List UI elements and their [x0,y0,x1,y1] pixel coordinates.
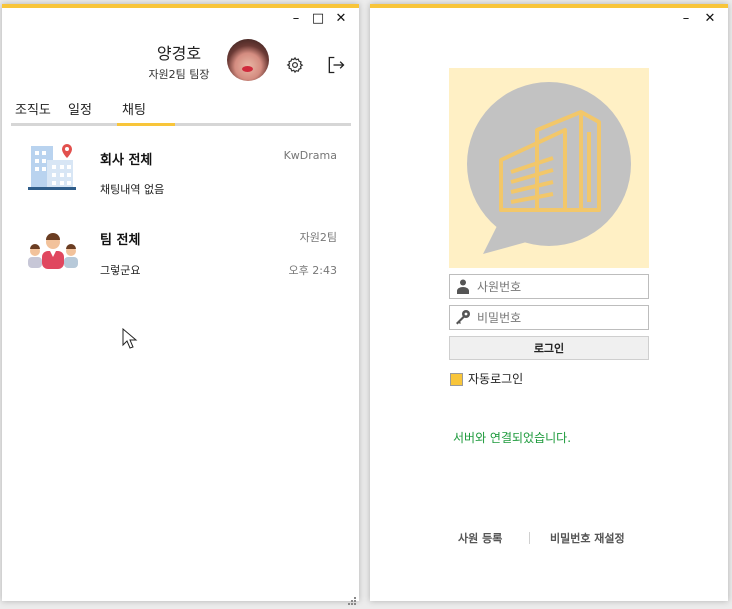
team-people-icon [27,228,79,276]
messenger-main-window: – □ ✕ 양경호 자원2팀 팀장 조직도 일정 채팅 회사 전체 KwDram… [2,4,359,605]
mouse-cursor-icon [122,327,138,354]
tab-active-indicator [117,123,175,126]
chat-last-time: 오후 2:43 [288,264,337,277]
tab-divider [11,123,351,126]
minimize-button[interactable]: – [288,11,304,27]
password-input[interactable] [475,308,644,328]
chat-bubble-building-icon [467,82,631,254]
footer-divider [529,532,530,544]
reset-password-link[interactable]: 비밀번호 재설정 [550,530,625,546]
register-employee-link[interactable]: 사원 등록 [458,530,502,546]
minimize-button[interactable]: – [678,11,694,27]
avatar[interactable] [227,39,269,81]
auto-login-label: 자동로그인 [468,372,524,386]
close-button[interactable]: ✕ [702,11,718,27]
chat-room-title: 회사 전체 [100,153,153,168]
chat-room-tag: 자원2팀 [299,231,337,244]
maximize-button[interactable]: □ [310,11,326,27]
employee-id-field [449,274,649,299]
login-button[interactable]: 로그인 [449,336,649,360]
chat-room-item[interactable]: 회사 전체 KwDrama 채팅내역 없음 [11,136,351,216]
user-icon [455,278,471,298]
chat-room-tag: KwDrama [283,149,337,162]
tab-schedule[interactable]: 일정 [68,99,92,118]
chat-last-message: 채팅내역 없음 [100,183,165,196]
key-icon [455,309,471,329]
chat-room-item[interactable]: 팀 전체 자원2팀 그렇군요 오후 2:43 [11,218,351,298]
tab-chat[interactable]: 채팅 [122,99,146,118]
chat-room-title: 팀 전체 [100,233,141,248]
app-logo [449,68,649,268]
tab-org-chart[interactable]: 조직도 [15,99,51,118]
settings-gear-icon[interactable] [286,56,304,78]
chat-last-message: 그렇군요 [100,264,141,277]
employee-id-input[interactable] [475,277,644,297]
profile-subtitle: 자원2팀 팀장 [148,68,210,81]
password-field [449,305,649,330]
resize-grip-icon[interactable] [346,590,356,609]
logout-icon[interactable] [326,55,346,79]
connection-status: 서버와 연결되었습니다. [453,431,572,445]
company-building-icon [27,142,79,198]
login-window: – ✕ 로그인 자동로그인 [370,4,728,601]
profile-name: 양경호 [156,44,202,63]
auto-login-checkbox[interactable] [450,373,463,386]
close-button[interactable]: ✕ [333,11,349,27]
